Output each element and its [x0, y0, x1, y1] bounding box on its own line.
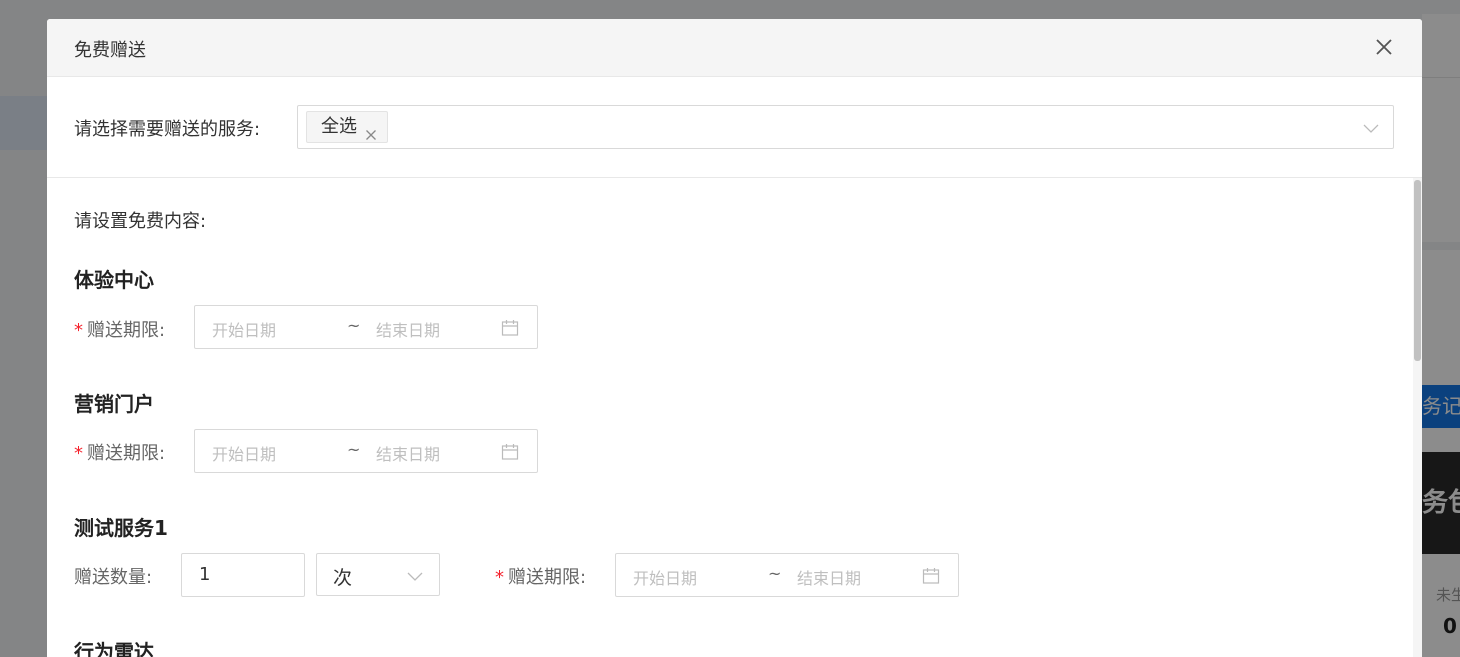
service-select-row: 请选择需要赠送的服务: 全选: [47, 77, 1422, 178]
tag-close-icon[interactable]: [365, 121, 377, 140]
scrollbar-thumb[interactable]: [1414, 180, 1421, 361]
start-date-placeholder: 开始日期: [633, 569, 698, 588]
end-date-placeholder: 结束日期: [376, 321, 441, 340]
period-label-text: 赠送期限:: [508, 567, 587, 588]
selected-tag-label: 全选: [321, 116, 357, 137]
end-date-placeholder: 结束日期: [797, 569, 862, 588]
required-mark: *: [74, 320, 83, 341]
content-label: 请设置免费内容:: [74, 211, 207, 232]
date-separator: ~: [768, 564, 782, 583]
period-label: * 赠送期限:: [74, 316, 165, 342]
period-label: * 赠送期限:: [495, 563, 586, 589]
date-range-picker[interactable]: 开始日期 ~ 结束日期: [194, 305, 538, 349]
section-title-marketing-portal: 营销门户: [74, 392, 154, 416]
service-multi-select[interactable]: 全选: [297, 105, 1394, 149]
close-icon[interactable]: [1369, 32, 1399, 62]
start-date-placeholder: 开始日期: [212, 321, 277, 340]
calendar-icon: [922, 567, 940, 585]
date-range-picker[interactable]: 开始日期 ~ 结束日期: [194, 429, 538, 473]
free-gift-modal: 免费赠送 请选择需要赠送的服务: 全选 请设置免费内容: 体验中心 * 赠送期限:…: [47, 19, 1422, 657]
chevron-down-icon: [1363, 120, 1379, 136]
modal-header: 免费赠送: [47, 19, 1422, 77]
chevron-down-icon: [407, 568, 423, 584]
unit-select-value: 次: [333, 567, 353, 589]
modal-title: 免费赠送: [74, 40, 146, 61]
date-separator: ~: [347, 440, 361, 459]
section-title-behavior-radar: 行为雷达: [74, 640, 154, 657]
section-title-test-service: 测试服务1: [74, 516, 168, 540]
end-date-placeholder: 结束日期: [376, 445, 441, 464]
date-range-picker[interactable]: 开始日期 ~ 结束日期: [615, 553, 959, 597]
quantity-label: 赠送数量:: [74, 567, 153, 588]
required-mark: *: [495, 567, 504, 588]
service-select-label: 请选择需要赠送的服务:: [74, 119, 261, 140]
required-mark: *: [74, 443, 83, 464]
date-separator: ~: [347, 316, 361, 335]
period-label: * 赠送期限:: [74, 439, 165, 465]
period-label-text: 赠送期限:: [87, 320, 166, 341]
selected-tag-all: 全选: [306, 111, 388, 143]
period-label-text: 赠送期限:: [87, 443, 166, 464]
unit-select[interactable]: 次: [316, 553, 440, 596]
start-date-placeholder: 开始日期: [212, 445, 277, 464]
quantity-input[interactable]: 1: [181, 553, 305, 597]
section-title-experience-center: 体验中心: [74, 268, 154, 292]
calendar-icon: [501, 443, 519, 461]
gift-content-area: 请设置免费内容: 体验中心 * 赠送期限: 开始日期 ~ 结束日期 营销门户 * 赠…: [47, 178, 1422, 657]
calendar-icon: [501, 319, 519, 337]
